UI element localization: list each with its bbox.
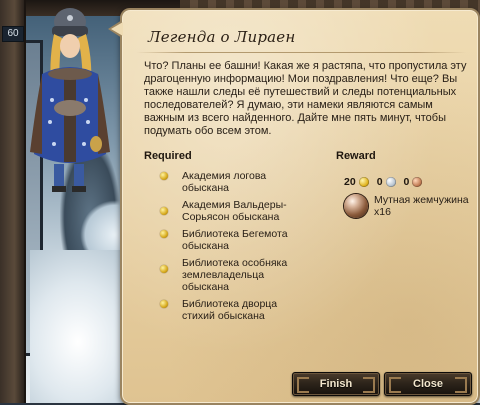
gold-bullet-icon <box>160 230 168 238</box>
requirement-item: Библиотека Бегемота обыскана <box>160 228 300 252</box>
bronze-coin-icon <box>412 177 423 187</box>
gold-reward: 20 <box>344 176 369 188</box>
reward-item-label: Мутная жемчужина x16 <box>374 194 474 218</box>
requirement-text: Библиотека дворца стихий обыскана <box>182 298 278 322</box>
cloudy-pearl-icon[interactable] <box>344 194 368 218</box>
requirements-list: Академия логова обыскана Академия Вальде… <box>160 170 300 327</box>
requirement-text: Библиотека Бегемота обыскана <box>182 228 288 252</box>
gold-coin-icon <box>358 177 369 187</box>
bronze-reward: 0 <box>404 176 423 188</box>
reward-item-quantity: x16 <box>374 206 391 218</box>
quest-description: Что? Планы ее башни! Какая же я растяпа,… <box>144 60 467 137</box>
finish-button[interactable]: Finish <box>292 372 380 396</box>
requirement-text: Академия Вальдеры-Сорьясон обыскана <box>182 199 287 223</box>
title-divider <box>136 52 466 53</box>
reward-item-name: Мутная жемчужина <box>374 194 469 206</box>
requirement-item: Академия логова обыскана <box>160 170 300 194</box>
gold-bullet-icon <box>160 172 168 180</box>
gold-bullet-icon <box>160 300 168 308</box>
gold-amount: 20 <box>344 176 356 188</box>
gold-bullet-icon <box>160 207 168 215</box>
silver-coin-icon <box>385 177 396 187</box>
gold-bullet-icon <box>160 265 168 273</box>
required-heading: Required <box>144 150 192 162</box>
requirement-text: Библиотека особняка землевладельца обыск… <box>182 257 288 293</box>
requirement-item: Академия Вальдеры-Сорьясон обыскана <box>160 199 300 223</box>
reward-currencies: 20 0 0 <box>344 175 470 189</box>
quest-dialog: Легенда о Лираен Что? Планы ее башни! Ка… <box>108 8 480 405</box>
silver-reward: 0 <box>377 176 396 188</box>
reward-item[interactable]: Мутная жемчужина x16 <box>344 192 474 222</box>
requirement-text: Академия логова обыскана <box>182 170 267 194</box>
requirement-item: Библиотека дворца стихий обыскана <box>160 298 300 322</box>
quest-title: Легенда о Лираен <box>148 28 296 46</box>
silver-amount: 0 <box>376 176 383 188</box>
reward-heading: Reward <box>336 150 376 162</box>
requirement-item: Библиотека особняка землевладельца обыск… <box>160 257 300 293</box>
close-button[interactable]: Close <box>384 372 472 396</box>
bronze-amount: 0 <box>403 176 410 188</box>
